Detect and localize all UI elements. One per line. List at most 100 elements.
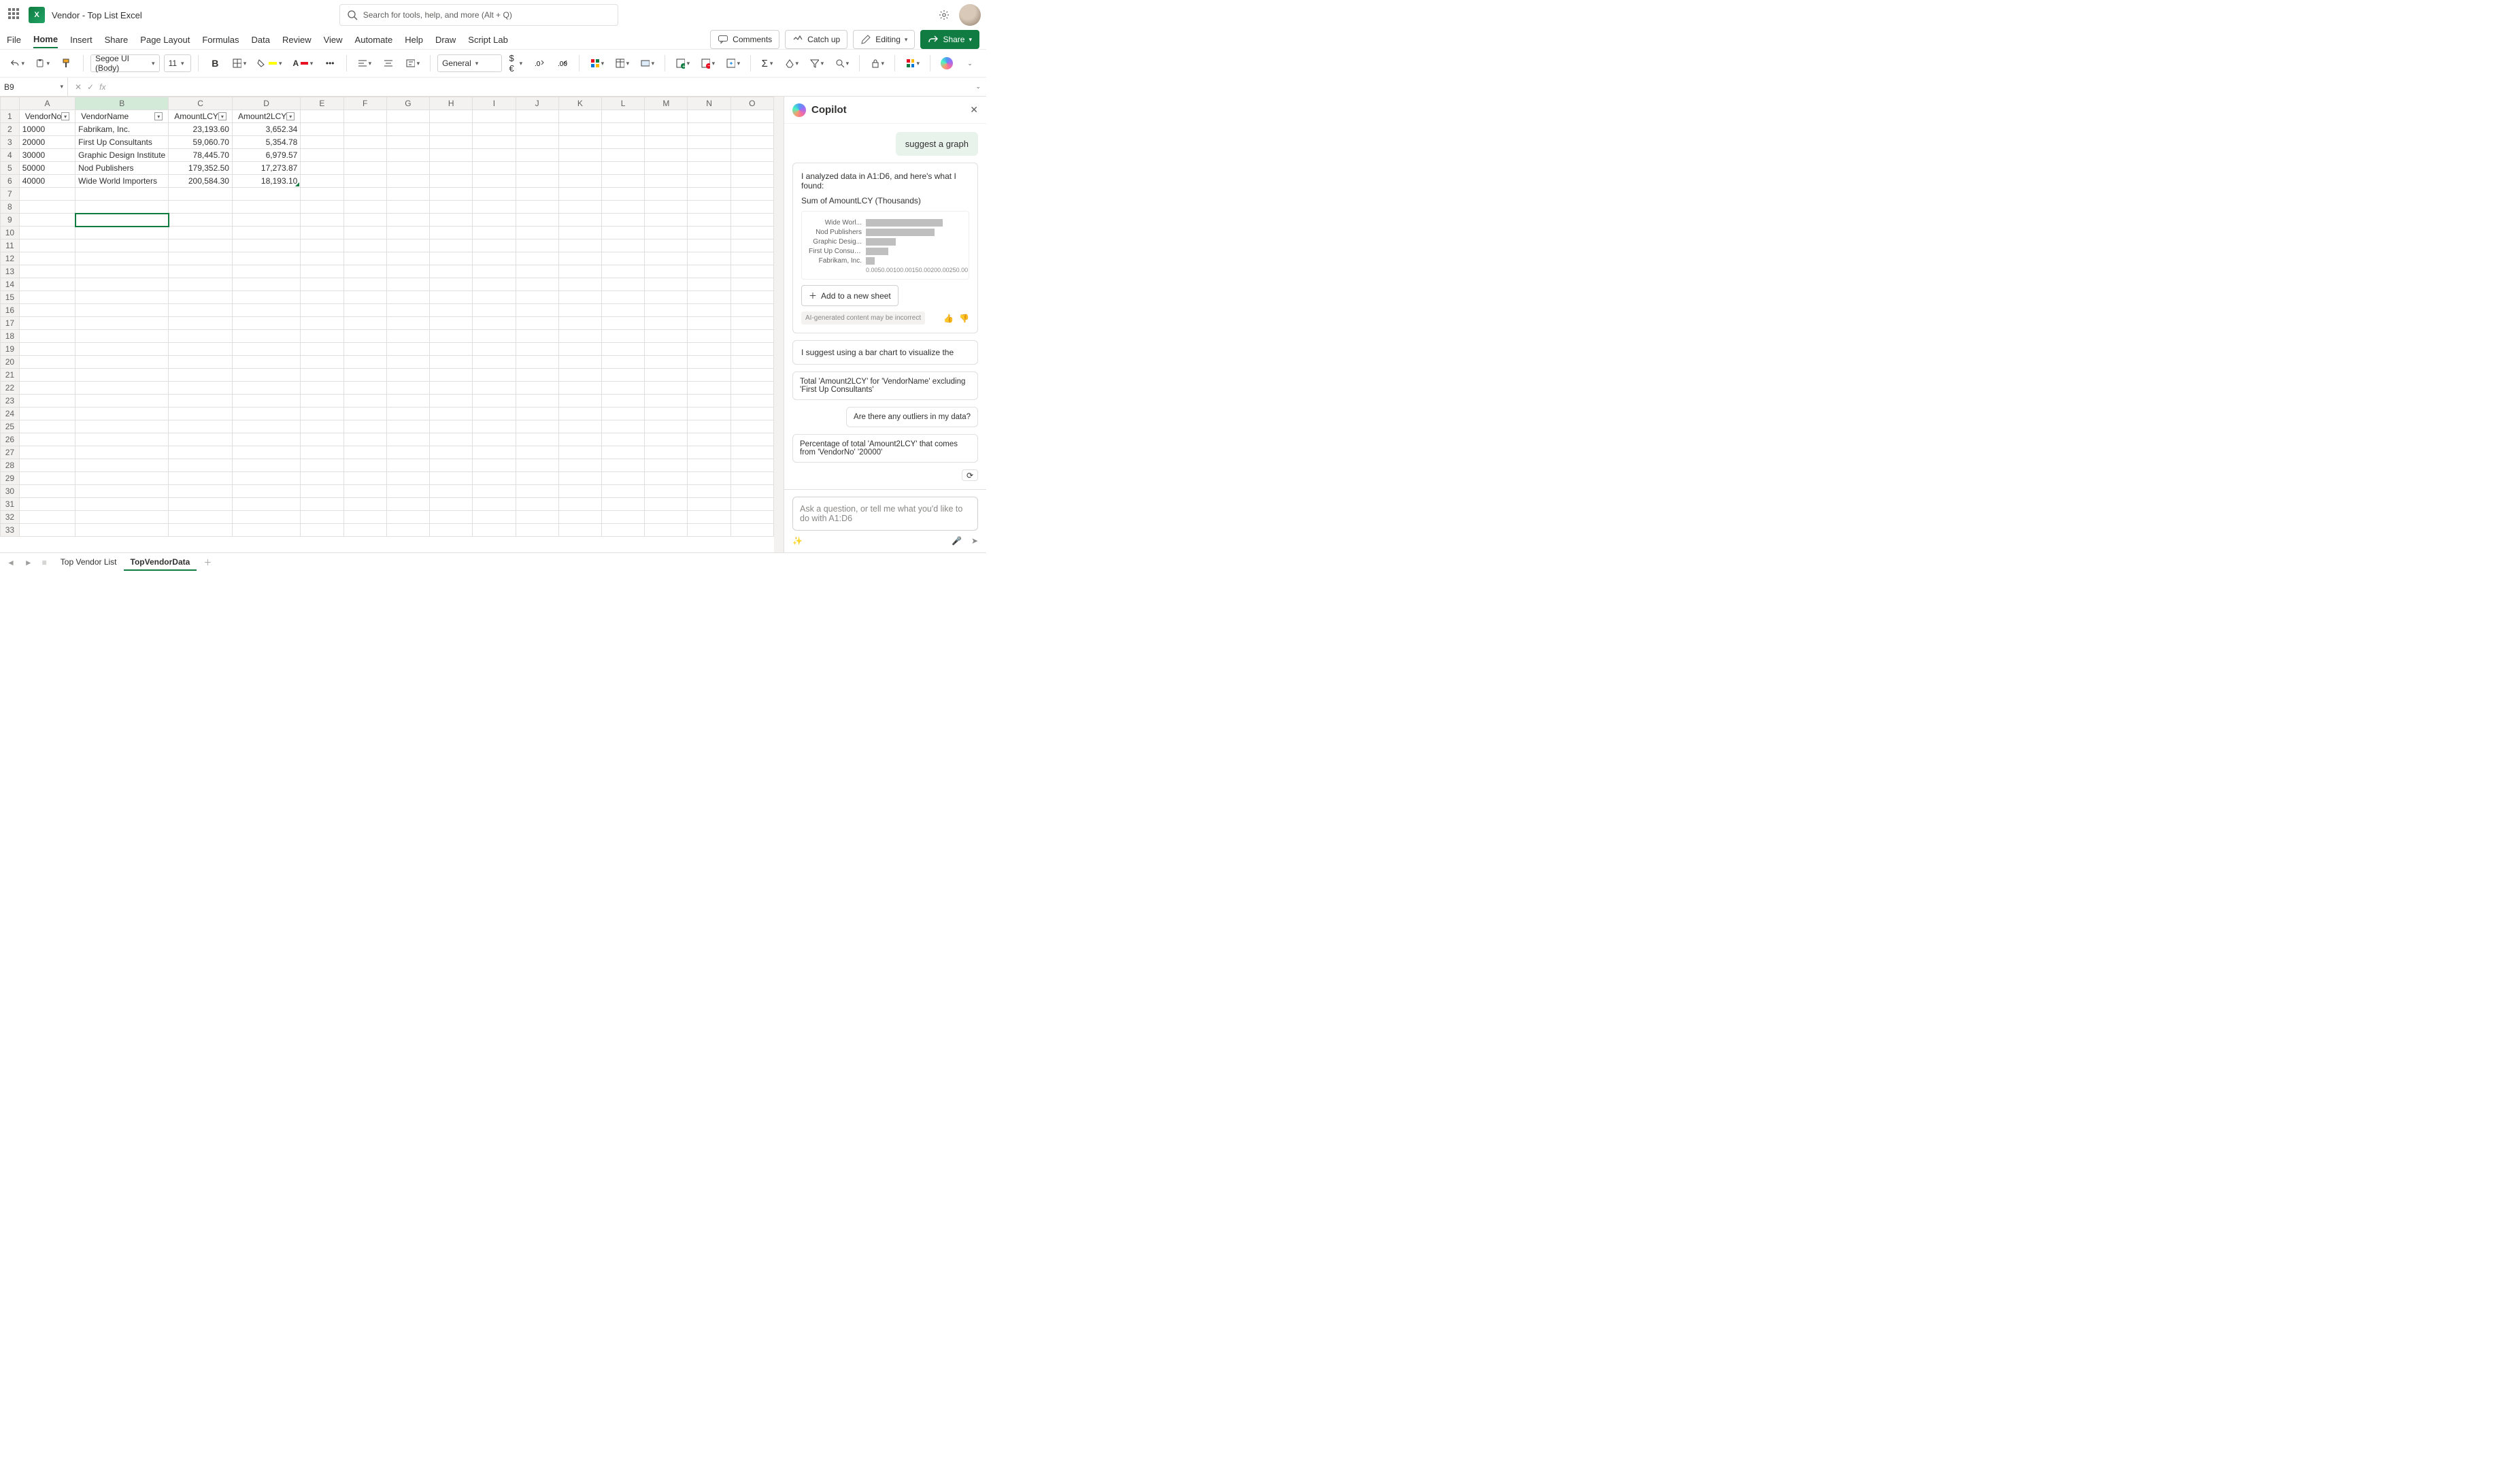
cell-A18[interactable]: [19, 330, 75, 343]
cell-J12[interactable]: [516, 252, 558, 265]
cell-B20[interactable]: [75, 356, 169, 369]
cell-E15[interactable]: [301, 291, 343, 304]
cell-O24[interactable]: [730, 408, 773, 420]
cell-B5[interactable]: Nod Publishers: [75, 162, 169, 175]
cell-F27[interactable]: [343, 446, 386, 459]
cell-C1[interactable]: AmountLCY▾: [169, 110, 233, 123]
cell-O33[interactable]: [730, 524, 773, 537]
row-header-14[interactable]: 14: [1, 278, 20, 291]
cell-G2[interactable]: [386, 123, 429, 136]
cell-H33[interactable]: [430, 524, 473, 537]
cell-A14[interactable]: [19, 278, 75, 291]
cell-C24[interactable]: [169, 408, 233, 420]
undo-button[interactable]: ▾: [7, 54, 28, 73]
paste-button[interactable]: ▾: [32, 54, 53, 73]
cell-L17[interactable]: [601, 317, 644, 330]
cell-N8[interactable]: [688, 201, 730, 214]
cell-H15[interactable]: [430, 291, 473, 304]
cell-D5[interactable]: 17,273.87: [232, 162, 300, 175]
cell-A24[interactable]: [19, 408, 75, 420]
col-header-D[interactable]: D: [232, 97, 300, 110]
cell-I21[interactable]: [473, 369, 516, 382]
cell-E12[interactable]: [301, 252, 343, 265]
cell-E23[interactable]: [301, 395, 343, 408]
cell-L28[interactable]: [601, 459, 644, 472]
suggestion-pill-3[interactable]: Percentage of total 'Amount2LCY' that co…: [792, 434, 978, 463]
cell-D12[interactable]: [232, 252, 300, 265]
row-header-29[interactable]: 29: [1, 472, 20, 485]
cell-H12[interactable]: [430, 252, 473, 265]
cell-B23[interactable]: [75, 395, 169, 408]
cell-B14[interactable]: [75, 278, 169, 291]
cell-L7[interactable]: [601, 188, 644, 201]
cell-B1[interactable]: VendorName▾: [75, 110, 169, 123]
cell-D13[interactable]: [232, 265, 300, 278]
cell-D30[interactable]: [232, 485, 300, 498]
cell-O29[interactable]: [730, 472, 773, 485]
menu-tab-data[interactable]: Data: [252, 32, 270, 48]
number-format-select[interactable]: General▾: [437, 54, 501, 72]
cell-J4[interactable]: [516, 149, 558, 162]
row-header-24[interactable]: 24: [1, 408, 20, 420]
cell-O11[interactable]: [730, 239, 773, 252]
cell-E10[interactable]: [301, 227, 343, 239]
cell-H10[interactable]: [430, 227, 473, 239]
cell-C22[interactable]: [169, 382, 233, 395]
cell-A21[interactable]: [19, 369, 75, 382]
cell-K30[interactable]: [558, 485, 601, 498]
cell-A31[interactable]: [19, 498, 75, 511]
cell-B17[interactable]: [75, 317, 169, 330]
cell-M10[interactable]: [645, 227, 688, 239]
cell-F15[interactable]: [343, 291, 386, 304]
col-header-C[interactable]: C: [169, 97, 233, 110]
cell-H27[interactable]: [430, 446, 473, 459]
cell-H22[interactable]: [430, 382, 473, 395]
row-header-31[interactable]: 31: [1, 498, 20, 511]
cell-G14[interactable]: [386, 278, 429, 291]
cell-J22[interactable]: [516, 382, 558, 395]
suggestion-pill-2[interactable]: Are there any outliers in my data?: [846, 407, 978, 427]
cell-B24[interactable]: [75, 408, 169, 420]
cell-A11[interactable]: [19, 239, 75, 252]
col-header-N[interactable]: N: [688, 97, 730, 110]
row-header-9[interactable]: 9: [1, 214, 20, 227]
cell-G32[interactable]: [386, 511, 429, 524]
cell-I2[interactable]: [473, 123, 516, 136]
cell-M24[interactable]: [645, 408, 688, 420]
row-header-30[interactable]: 30: [1, 485, 20, 498]
cell-O7[interactable]: [730, 188, 773, 201]
cell-M5[interactable]: [645, 162, 688, 175]
cell-E30[interactable]: [301, 485, 343, 498]
cell-G20[interactable]: [386, 356, 429, 369]
cell-K8[interactable]: [558, 201, 601, 214]
cell-K13[interactable]: [558, 265, 601, 278]
font-size-select[interactable]: 11▾: [164, 54, 192, 72]
cell-J25[interactable]: [516, 420, 558, 433]
cell-G1[interactable]: [386, 110, 429, 123]
cell-E3[interactable]: [301, 136, 343, 149]
cell-D3[interactable]: 5,354.78: [232, 136, 300, 149]
cell-L5[interactable]: [601, 162, 644, 175]
row-header-11[interactable]: 11: [1, 239, 20, 252]
col-header-M[interactable]: M: [645, 97, 688, 110]
cell-C6[interactable]: 200,584.30: [169, 175, 233, 188]
cell-B13[interactable]: [75, 265, 169, 278]
cell-K33[interactable]: [558, 524, 601, 537]
sort-filter-button[interactable]: ▾: [806, 54, 827, 73]
cell-C4[interactable]: 78,445.70: [169, 149, 233, 162]
cell-O13[interactable]: [730, 265, 773, 278]
cell-K32[interactable]: [558, 511, 601, 524]
cell-O4[interactable]: [730, 149, 773, 162]
cell-K16[interactable]: [558, 304, 601, 317]
sheet-nav-prev[interactable]: ◄: [4, 558, 18, 567]
cell-H21[interactable]: [430, 369, 473, 382]
insert-cells-button[interactable]: +▾: [672, 54, 693, 73]
cell-A9[interactable]: [19, 214, 75, 227]
cell-F26[interactable]: [343, 433, 386, 446]
row-header-18[interactable]: 18: [1, 330, 20, 343]
cell-J26[interactable]: [516, 433, 558, 446]
cell-E32[interactable]: [301, 511, 343, 524]
cell-O8[interactable]: [730, 201, 773, 214]
cell-H19[interactable]: [430, 343, 473, 356]
app-launcher[interactable]: [8, 8, 22, 22]
